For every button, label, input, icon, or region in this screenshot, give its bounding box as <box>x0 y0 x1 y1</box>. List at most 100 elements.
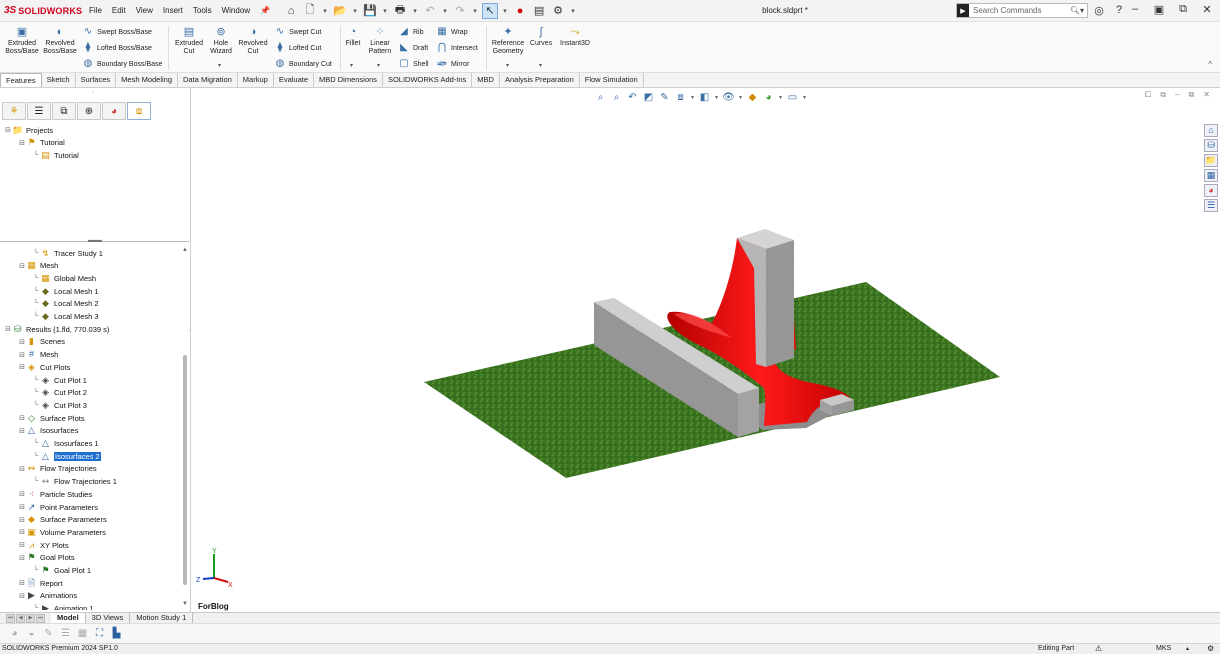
shell-button[interactable]: ▢ Shell <box>398 58 428 70</box>
unit-system[interactable]: MKS <box>1156 644 1171 654</box>
scrollbar-thumb[interactable] <box>183 355 187 585</box>
tab-mbd[interactable]: MBD <box>472 73 500 87</box>
collapse-toggle-icon[interactable]: ⊟ <box>18 503 26 511</box>
menu-insert[interactable]: Insert <box>158 6 188 15</box>
tab-3d-views[interactable]: 3D Views <box>86 613 131 623</box>
extruded-boss-button[interactable]: ▣ Extruded Boss/Base <box>4 26 40 56</box>
tab-sketch[interactable]: Sketch <box>42 73 76 87</box>
scroll-up-icon[interactable]: ▲ <box>182 247 188 253</box>
tree-scrollbar[interactable]: ▲ ▼ <box>182 245 188 607</box>
tree-item[interactable]: ⊟ ▣ Volume Parameters <box>18 526 106 538</box>
instant3d-button[interactable]: ⤳ Instant3D <box>558 26 592 48</box>
dimxpert-tab-icon[interactable]: ⊕ <box>77 102 101 120</box>
tab-evaluate[interactable]: Evaluate <box>274 73 314 87</box>
options-gear-icon[interactable]: ⚙ <box>550 3 566 19</box>
fillet-button[interactable]: ◔ Fillet <box>342 26 364 48</box>
options-dropdown-icon[interactable]: ▾ <box>569 3 577 19</box>
tab-solidworks-add-ins[interactable]: SOLIDWORKS Add-Ins <box>383 73 473 87</box>
search-icon[interactable]: 🔍︎▾ <box>1070 6 1084 15</box>
open-icon[interactable]: 📂 <box>332 3 348 19</box>
tree-item[interactable]: └ ◆ Local Mesh 3 <box>32 311 99 323</box>
search-commands-input[interactable]: ▶ Search Commands 🔍︎▾ <box>956 3 1088 18</box>
results-opacity-icon[interactable]: ◒ <box>25 627 38 640</box>
tree-item[interactable]: ⊟ ▮ Scenes <box>18 336 65 348</box>
tree-item[interactable]: └ ▤ Tutorial <box>32 149 79 161</box>
results-edit-icon[interactable]: ✎ <box>42 627 55 640</box>
solidworks-logo[interactable]: 3S SOLIDWORKS <box>4 5 84 16</box>
collapse-toggle-icon[interactable]: ⊟ <box>18 592 26 600</box>
tree-item[interactable]: ⊟ ◈ Cut Plots <box>18 361 70 373</box>
tab-analysis-preparation[interactable]: Analysis Preparation <box>500 73 580 87</box>
tree-item[interactable]: └ ▶ Animation 1 <box>32 603 94 610</box>
model-scene[interactable]: Y X Z <box>192 88 1220 612</box>
tree-item[interactable]: ⊟ ▦ Mesh <box>18 260 58 272</box>
tree-item[interactable]: └ ◈ Cut Plot 1 <box>32 374 87 386</box>
collapse-toggle-icon[interactable]: ⊟ <box>18 351 26 359</box>
linear-pattern-dropdown-icon[interactable]: ▾ <box>377 62 380 69</box>
swept-boss-button[interactable]: ∿ Swept Boss/Base <box>82 26 152 38</box>
intersect-button[interactable]: ⋂ Intersect <box>436 42 478 54</box>
tab-prev-icon[interactable]: ◀ <box>16 613 25 623</box>
tab-flow-simulation[interactable]: Flow Simulation <box>580 73 644 87</box>
collapse-toggle-icon[interactable]: ⊟ <box>4 126 12 134</box>
tree-item[interactable]: ⊟ ⛁ Results (1.fld, 770.039 s) <box>4 323 109 335</box>
collapse-toggle-icon[interactable]: ⊟ <box>18 465 26 473</box>
draft-button[interactable]: ◣ Draft <box>398 42 428 54</box>
tower-side[interactable] <box>766 240 794 367</box>
tab-last-icon[interactable]: ⏭ <box>36 613 45 623</box>
tab-features[interactable]: Features <box>0 73 42 87</box>
configuration-manager-tab-icon[interactable]: ⧉ <box>52 102 76 120</box>
reference-geometry-dropdown-icon[interactable]: ▾ <box>506 62 509 69</box>
collapse-ribbon-icon[interactable]: ^ <box>1208 60 1212 69</box>
pin-icon[interactable]: 📌 <box>255 6 275 15</box>
reference-geometry-button[interactable]: ✦ Reference Geometry <box>488 26 528 56</box>
tab-mbd-dimensions[interactable]: MBD Dimensions <box>314 73 383 87</box>
select-cursor-icon[interactable]: ↖ <box>482 2 499 19</box>
fillet-dropdown-icon[interactable]: ▾ <box>350 62 353 69</box>
traffic-light-icon[interactable]: ● <box>512 3 528 19</box>
collapse-toggle-icon[interactable]: ⊟ <box>18 363 26 371</box>
collapse-toggle-icon[interactable]: ⊟ <box>18 490 26 498</box>
coordinate-triad[interactable]: Y X Z <box>196 548 233 589</box>
panel-splitter[interactable]: ▬▬ <box>0 237 189 244</box>
tree-item[interactable]: ⊟ ⁖ Particle Studies <box>18 488 92 500</box>
menu-tools[interactable]: Tools <box>188 6 217 15</box>
flow-simulation-tab-icon[interactable]: ⧈ <box>127 102 151 120</box>
swept-cut-button[interactable]: ∿ Swept Cut <box>274 26 322 38</box>
undo-dropdown-icon[interactable]: ▾ <box>441 3 449 19</box>
tree-item[interactable]: └ ▦ Global Mesh <box>32 272 97 284</box>
results-table-icon[interactable]: ▦ <box>76 627 89 640</box>
tree-item[interactable]: ⊟ ⚑ Tutorial <box>18 137 65 149</box>
tree-item[interactable]: └ ◈ Cut Plot 2 <box>32 387 87 399</box>
tab-first-icon[interactable]: ⏮ <box>6 613 15 623</box>
results-probe-icon[interactable]: ⛶ <box>93 627 106 640</box>
print-icon[interactable]: 🖶 <box>392 3 408 19</box>
rib-button[interactable]: ◢ Rib <box>398 26 423 38</box>
hole-wizard-button[interactable]: ⊚ Hole Wizard <box>206 26 236 56</box>
menu-file[interactable]: File <box>84 6 107 15</box>
tree-item[interactable]: ⊟ ⚑ Goal Plots <box>18 552 75 564</box>
collapse-toggle-icon[interactable]: ⊟ <box>18 262 26 270</box>
tab-motion-study-1[interactable]: Motion Study 1 <box>130 613 194 623</box>
tab-model[interactable]: Model <box>51 613 86 623</box>
help-icon[interactable]: ? <box>1112 3 1126 17</box>
tree-item[interactable]: └ ↯ Tracer Study 1 <box>32 247 103 259</box>
panel-grip-icon[interactable]: ◦ <box>92 90 94 96</box>
tab-markup[interactable]: Markup <box>238 73 274 87</box>
boundary-boss-button[interactable]: ◍ Boundary Boss/Base <box>82 58 163 70</box>
splitter-grip-icon[interactable]: ▬▬ <box>88 237 102 244</box>
collapse-toggle-icon[interactable]: ⊟ <box>18 528 26 536</box>
customize-status-icon[interactable]: ⚙ <box>1207 644 1214 654</box>
hole-wizard-dropdown-icon[interactable]: ▾ <box>218 62 221 69</box>
results-display-icon[interactable]: ◕ <box>8 627 21 640</box>
file-properties-icon[interactable]: ▤ <box>531 3 547 19</box>
tab-data-migration[interactable]: Data Migration <box>178 73 238 87</box>
collapse-toggle-icon[interactable]: ⊟ <box>18 516 26 524</box>
property-manager-tab-icon[interactable]: ☰ <box>27 102 51 120</box>
collapse-toggle-icon[interactable]: ⊟ <box>18 541 26 549</box>
curves-dropdown-icon[interactable]: ▾ <box>539 62 542 69</box>
curves-button[interactable]: ʃ Curves <box>528 26 554 48</box>
close-icon[interactable]: ✕ <box>1200 3 1214 17</box>
lofted-cut-button[interactable]: ⧫ Lofted Cut <box>274 42 322 54</box>
tree-item[interactable]: └ △ Isosurfaces 2 <box>32 450 101 462</box>
